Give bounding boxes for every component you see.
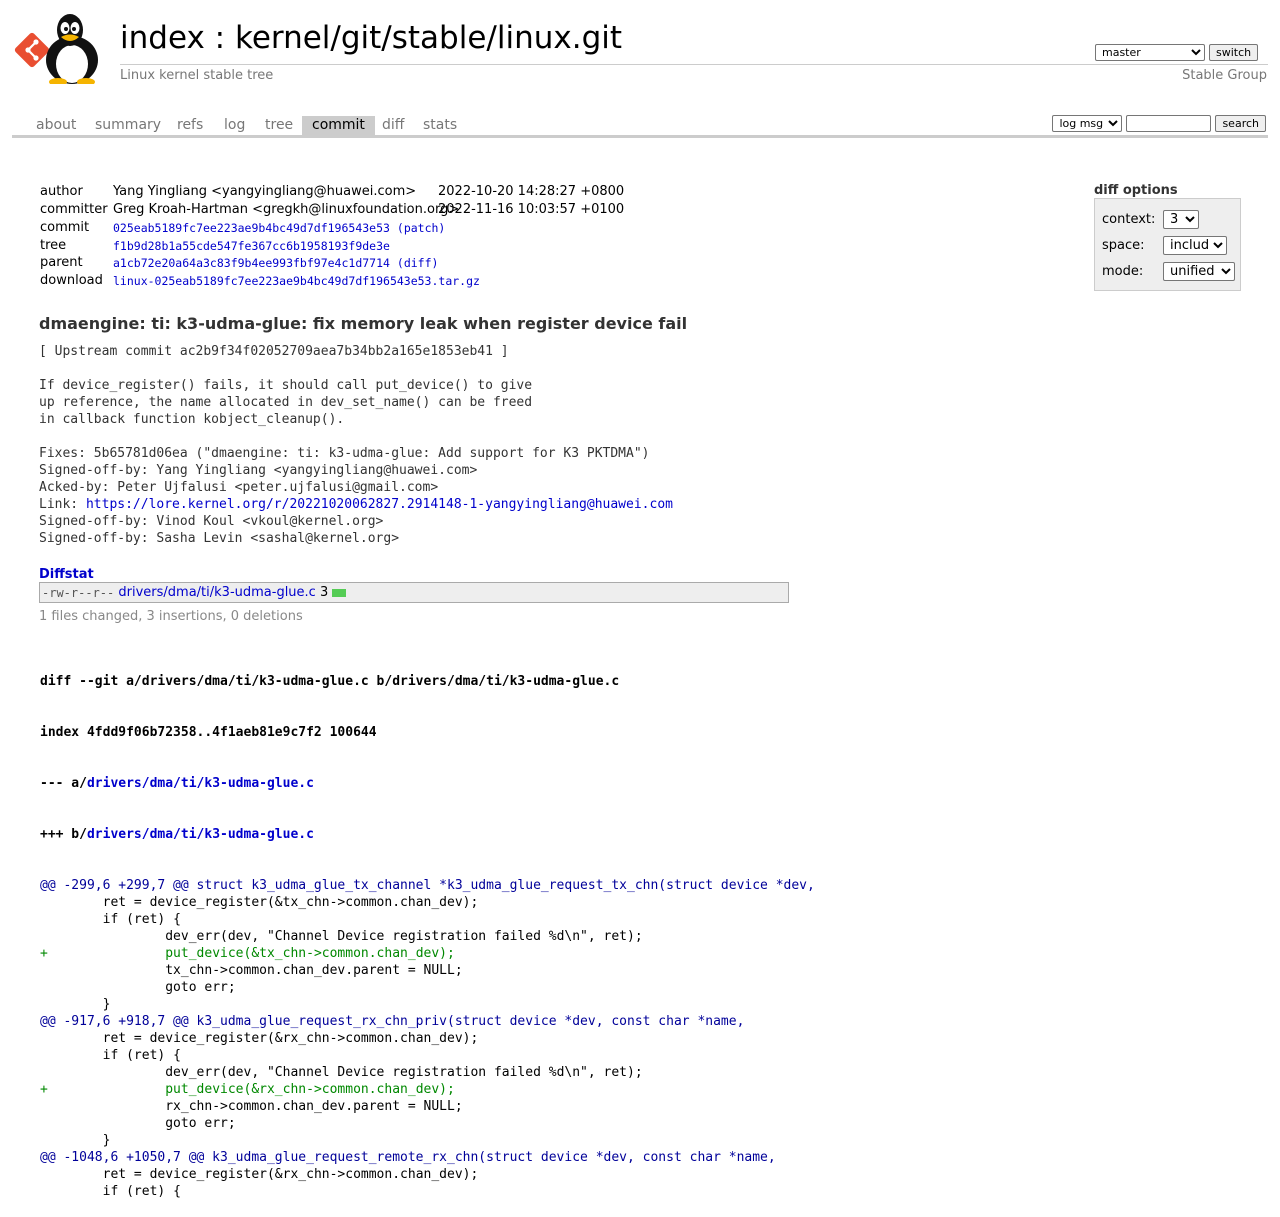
tab-commit[interactable]: commit <box>302 116 375 135</box>
tab-log[interactable]: log <box>214 116 255 135</box>
context-label: context: <box>1102 211 1156 227</box>
repo-owner: Stable Group <box>1182 68 1267 83</box>
repo-description: Linux kernel stable tree <box>120 68 274 83</box>
author-value: Yang Yingliang <yangyingliang@huawei.com… <box>113 184 417 199</box>
committer-date: 2022-11-16 10:03:57 +0100 <box>438 202 625 217</box>
title-separator: : <box>204 20 235 56</box>
switch-button[interactable]: switch <box>1209 44 1259 61</box>
diff-view: diff --git a/drivers/dma/ti/k3-udma-glue… <box>40 639 815 1217</box>
context-select[interactable]: 3 <box>1163 209 1199 229</box>
diff-context-line: if (ret) { <box>40 1048 181 1063</box>
space-option: space: include <box>1102 235 1227 255</box>
search-button[interactable]: search <box>1215 115 1266 132</box>
old-file-link[interactable]: drivers/dma/ti/k3-udma-glue.c <box>87 776 314 791</box>
diffstat-table: -rw-r--r-- drivers/dma/ti/k3-udma-glue.c… <box>39 582 789 603</box>
committer-value: Greg Kroah-Hartman <gregkh@linuxfoundati… <box>113 202 460 217</box>
tab-about[interactable]: about <box>26 116 86 135</box>
tree-hash-link[interactable]: f1b9d28b1a55cde547fe367cc6b1958193f9de3e <box>113 239 390 253</box>
commit-hash-link[interactable]: 025eab5189fc7ee223ae9b4bc49d7df196543e53 <box>113 221 390 235</box>
diff-context-line: goto err; <box>40 1116 236 1131</box>
space-label: space: <box>1102 237 1145 253</box>
download-row-value: linux-025eab5189fc7ee223ae9b4bc49d7df196… <box>113 274 480 288</box>
tree-hash-row: f1b9d28b1a55cde547fe367cc6b1958193f9de3e <box>113 239 390 253</box>
parent-diff-link[interactable]: (diff) <box>397 256 439 270</box>
parent-hash-row: a1cb72e20a64a3c83f9b4ee993fbf97e4c1d7714… <box>113 256 438 270</box>
parent-label: parent <box>40 255 83 270</box>
diff-hunk-header: @@ -917,6 +918,7 @@ k3_udma_glue_request… <box>40 1014 745 1029</box>
plus-prefix: +++ b/ <box>40 827 87 842</box>
search-form: log msg search <box>1052 115 1266 132</box>
tab-stats[interactable]: stats <box>413 116 467 135</box>
patch-link[interactable]: (patch) <box>397 221 445 235</box>
diff-added-line: + put_device(&rx_chn->common.chan_dev); <box>40 1082 455 1097</box>
lore-link[interactable]: https://lore.kernel.org/r/20221020062827… <box>86 497 673 512</box>
parent-hash-link[interactable]: a1cb72e20a64a3c83f9b4ee993fbf97e4c1d7714 <box>113 256 390 270</box>
message-trailer: Signed-off-by: Vinod Koul <vkoul@kernel.… <box>39 514 400 546</box>
commit-hash-row: 025eab5189fc7ee223ae9b4bc49d7df196543e53… <box>113 221 445 235</box>
diff-context-line: ret = device_register(&tx_chn->common.ch… <box>40 895 479 910</box>
commit-subject: dmaengine: ti: k3-udma-glue: fix memory … <box>39 314 688 333</box>
search-type-select[interactable]: log msg <box>1052 115 1123 132</box>
download-label: download <box>40 273 103 288</box>
diff-hunk-header: @@ -299,6 +299,7 @@ struct k3_udma_glue_… <box>40 878 815 893</box>
diff-options-panel: context: 3 space: include mode: unified <box>1094 198 1241 291</box>
author-label: author <box>40 184 83 199</box>
author-date: 2022-10-20 14:28:27 +0800 <box>438 184 625 199</box>
committer-label: committer <box>40 202 108 217</box>
context-option: context: 3 <box>1102 209 1199 229</box>
new-file-link[interactable]: drivers/dma/ti/k3-udma-glue.c <box>87 827 314 842</box>
page-title: index : kernel/git/stable/linux.git <box>120 18 622 58</box>
diff-git-header: diff --git a/drivers/dma/ti/k3-udma-glue… <box>40 674 620 689</box>
mode-select[interactable]: unified <box>1163 261 1235 281</box>
tab-diff[interactable]: diff <box>372 116 414 135</box>
diffstat-file-link[interactable]: drivers/dma/ti/k3-udma-glue.c <box>118 585 315 600</box>
diff-context-line: dev_err(dev, "Channel Device registratio… <box>40 1065 643 1080</box>
branch-select[interactable]: master <box>1095 44 1205 61</box>
diff-plus-header: +++ b/drivers/dma/ti/k3-udma-glue.c <box>40 826 815 843</box>
minus-prefix: --- a/ <box>40 776 87 791</box>
diff-context-line: rx_chn->common.chan_dev.parent = NULL; <box>40 1099 463 1114</box>
mode-label: mode: <box>1102 263 1144 279</box>
diff-context-line: } <box>40 997 111 1012</box>
header-divider <box>120 64 1268 65</box>
diffstat-summary: 1 files changed, 3 insertions, 0 deletio… <box>39 609 303 624</box>
diff-context-line: dev_err(dev, "Channel Device registratio… <box>40 929 643 944</box>
commit-label: commit <box>40 220 90 235</box>
diff-added-line: + put_device(&tx_chn->common.chan_dev); <box>40 946 455 961</box>
diff-context-line: } <box>40 1133 111 1148</box>
tab-tree[interactable]: tree <box>255 116 303 135</box>
diff-context-line: ret = device_register(&rx_chn->common.ch… <box>40 1031 479 1046</box>
insertion-bar <box>332 588 347 597</box>
message-text: [ Upstream commit ac2b9f34f02052709aea7b… <box>39 344 650 512</box>
diff-options-title: diff options <box>1094 183 1178 198</box>
download-link[interactable]: linux-025eab5189fc7ee223ae9b4bc49d7df196… <box>113 274 480 288</box>
diffstat-title[interactable]: Diffstat <box>39 567 94 582</box>
branch-switch-form: master switch <box>1095 44 1259 61</box>
diff-hunk-header: @@ -1048,6 +1050,7 @@ k3_udma_glue_reque… <box>40 1150 776 1165</box>
tree-label: tree <box>40 238 67 253</box>
diff-context-line: if (ret) { <box>40 912 181 927</box>
diff-body: @@ -299,6 +299,7 @@ struct k3_udma_glue_… <box>40 877 815 1200</box>
diff-minus-header: --- a/drivers/dma/ti/k3-udma-glue.c <box>40 775 815 792</box>
diff-context-line: goto err; <box>40 980 236 995</box>
file-mode: -rw-r--r-- <box>42 585 115 600</box>
tab-summary[interactable]: summary <box>85 116 171 135</box>
diff-context-line: ret = device_register(&rx_chn->common.ch… <box>40 1167 479 1182</box>
cgit-tux-logo-icon[interactable] <box>14 12 110 84</box>
space-select[interactable]: include <box>1163 235 1227 255</box>
repo-link[interactable]: kernel/git/stable/linux.git <box>235 20 622 56</box>
mode-option: mode: unified <box>1102 261 1235 281</box>
index-link[interactable]: index <box>120 20 205 56</box>
tab-refs[interactable]: refs <box>167 116 213 135</box>
commit-message: [ Upstream commit ac2b9f34f02052709aea7b… <box>39 343 673 547</box>
diffstat-count: 3 <box>319 585 329 600</box>
diff-index-header: index 4fdd9f06b72358..4f1aeb81e9c7f2 100… <box>40 725 377 740</box>
diff-context-line: if (ret) { <box>40 1184 181 1199</box>
diff-context-line: tx_chn->common.chan_dev.parent = NULL; <box>40 963 463 978</box>
search-input[interactable] <box>1126 115 1212 132</box>
